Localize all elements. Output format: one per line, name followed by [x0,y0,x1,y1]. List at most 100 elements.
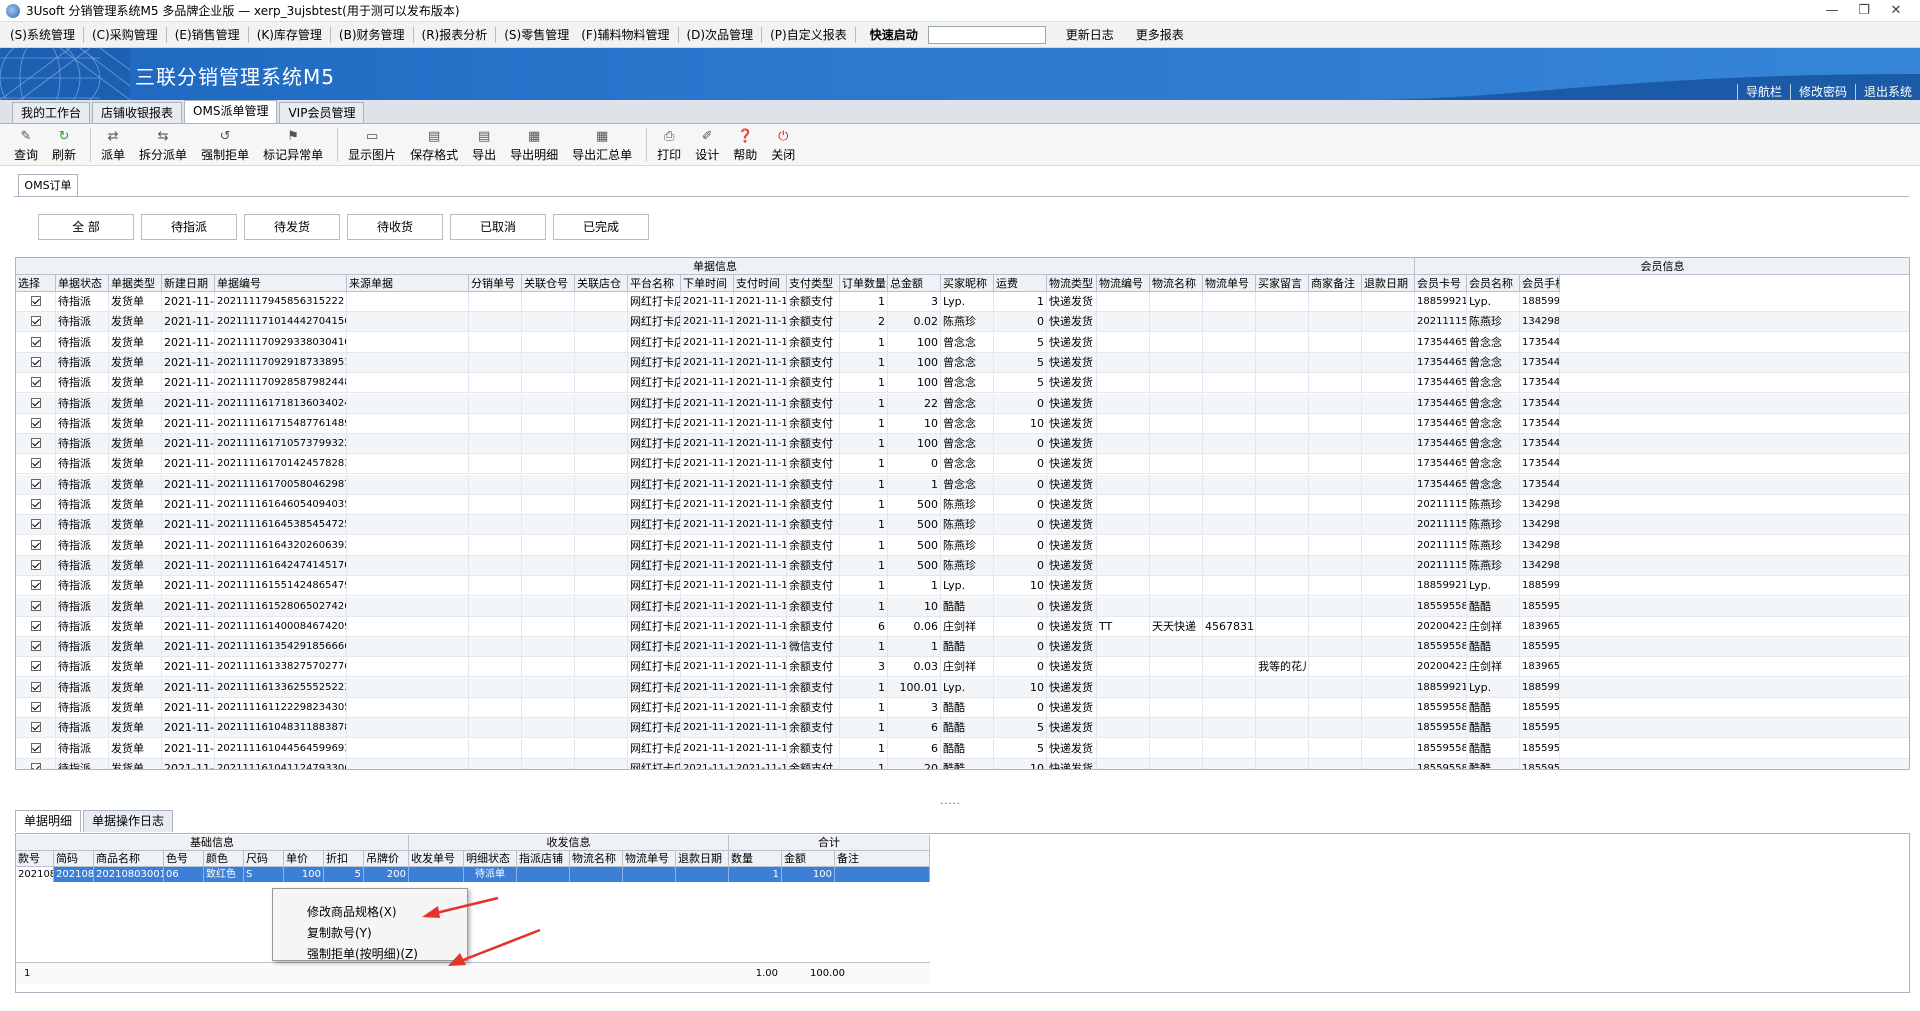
grid-column-header[interactable]: 买家留言 [1256,275,1309,292]
tab-oms-orders[interactable]: OMS订单 [18,174,78,196]
table-cell: 余额支付 [787,657,840,677]
menu-sales[interactable]: (E)销售管理 [169,26,246,43]
orders-grid[interactable]: 单据信息 会员信息 选择 单据状态 单据类型 新建日期 单据编号 来源单据 分销单号 关联仓号 关联… [15,257,1910,770]
grid-column-header[interactable]: 新建日期 [162,275,215,292]
tab-oms-dispatch[interactable]: OMS派单管理 [184,100,278,123]
detail-column-header[interactable]: 物流单号 [623,851,676,867]
toolbar-help-button[interactable]: ❓ 帮助 [733,124,757,163]
detail-column-header[interactable]: 金额 [782,851,835,867]
nav-bar-link[interactable]: 导航栏 [1736,84,1790,100]
toolbar-dispatch-button[interactable]: ⇄ 派单 [101,124,125,163]
detail-column-header[interactable]: 商品名称 [94,851,164,867]
tab-operation-log[interactable]: 单据操作日志 [83,810,174,832]
grid-column-header[interactable]: 买家昵称 [941,275,994,292]
toolbar-split-button[interactable]: ⇆ 拆分派单 [139,124,187,163]
context-item-force-reject[interactable]: 强制拒单(按明细)(Z) [307,945,418,962]
quick-start-input[interactable] [927,25,1046,44]
restore-button[interactable]: ❐ [1848,0,1880,22]
grid-column-header[interactable]: 来源单据 [347,275,469,292]
tab-document-detail[interactable]: 单据明细 [15,810,82,832]
menu-reports[interactable]: (R)报表分析 [416,26,494,43]
grid-column-header[interactable]: 物流编号 [1097,275,1150,292]
grid-column-header[interactable]: 总金额 [888,275,941,292]
menu-custom-reports[interactable]: (P)自定义报表 [764,26,853,43]
context-item-modify-spec[interactable]: 修改商品规格(X) [307,903,397,920]
detail-column-header[interactable]: 款号 [16,851,54,867]
toolbar-export-button[interactable]: ▤ 导出 [472,124,496,163]
detail-column-header[interactable]: 收发单号 [409,851,464,867]
update-log-link[interactable]: 更新日志 [1060,26,1120,43]
grid-column-header[interactable]: 订单数量 [840,275,888,292]
table-cell: 1 [840,536,888,556]
detail-column-header[interactable]: 明细状态 [464,851,517,867]
menu-system[interactable]: (S)系统管理 [4,26,81,43]
menu-defects[interactable]: (D)次品管理 [681,26,760,43]
grid-column-header[interactable]: 下单时间 [681,275,734,292]
detail-column-header[interactable]: 备注 [835,851,930,867]
detail-column-header[interactable]: 折扣 [324,851,364,867]
filter-all-button[interactable]: 全 部 [38,214,134,240]
menu-retail[interactable]: (S)零售管理 [498,26,575,43]
detail-column-header[interactable]: 尺码 [244,851,284,867]
detail-column-header[interactable]: 单价 [284,851,324,867]
context-item-copy-style-no[interactable]: 复制款号(Y) [307,924,372,941]
menu-purchase[interactable]: (C)采购管理 [86,26,164,43]
minimize-button[interactable]: — [1816,0,1848,22]
toolbar-reject-button[interactable]: ↺ 强制拒单 [201,124,249,163]
menu-inventory[interactable]: (K)库存管理 [251,26,328,43]
grid-column-header[interactable]: 物流名称 [1150,275,1203,292]
menu-materials[interactable]: (F)辅料物料管理 [575,26,675,43]
toolbar-export-detail-button[interactable]: ▦ 导出明细 [510,124,558,163]
toolbar-print-button[interactable]: ⎙ 打印 [657,124,681,163]
grid-column-header[interactable]: 单据类型 [109,275,162,292]
filter-cancelled-button[interactable]: 已取消 [450,214,546,240]
filter-pending-receive-button[interactable]: 待收货 [347,214,443,240]
grid-column-header[interactable]: 商家备注 [1309,275,1362,292]
toolbar-design-button[interactable]: ✐ 设计 [695,124,719,163]
toolbar-flag-button[interactable]: ⚑ 标记异常单 [263,124,323,163]
detail-column-header[interactable]: 色号 [164,851,204,867]
grid-column-header[interactable]: 会员手机号 [1520,275,1560,292]
menu-finance[interactable]: (B)财务管理 [333,26,411,43]
filter-pending-assign-button[interactable]: 待指派 [141,214,237,240]
grid-column-header[interactable]: 关联仓号 [522,275,575,292]
grid-column-header[interactable]: 关联店仓 [575,275,628,292]
grid-column-header[interactable]: 平台名称 [628,275,681,292]
grid-column-header[interactable]: 支付时间 [734,275,787,292]
close-window-button[interactable]: ✕ [1880,0,1912,22]
grid-column-header[interactable]: 选择 [16,275,56,292]
tab-workbench[interactable]: 我的工作台 [12,102,91,123]
detail-column-header[interactable]: 颜色 [204,851,244,867]
table-cell: 余额支付 [787,495,840,515]
detail-column-header[interactable]: 简码 [54,851,94,867]
exit-system-link[interactable]: 退出系统 [1854,84,1920,100]
grid-column-header[interactable]: 物流单号 [1203,275,1256,292]
toolbar-image-button[interactable]: ▭ 显示图片 [348,124,396,163]
grid-column-header[interactable]: 物流类型 [1047,275,1097,292]
grid-column-header[interactable]: 分销单号 [469,275,522,292]
grid-column-header[interactable]: 单据状态 [56,275,109,292]
change-password-link[interactable]: 修改密码 [1789,84,1855,100]
more-reports-link[interactable]: 更多报表 [1130,26,1190,43]
filter-completed-button[interactable]: 已完成 [553,214,649,240]
detail-column-header[interactable]: 吊牌价 [364,851,409,867]
toolbar-close-button[interactable]: ⏻ 关闭 [771,124,795,163]
toolbar-export-summary-button[interactable]: ▦ 导出汇总单 [572,124,632,163]
grid-column-header[interactable]: 会员卡号 [1415,275,1467,292]
detail-column-header[interactable]: 指派店铺 [517,851,570,867]
grid-column-header[interactable]: 运费 [994,275,1047,292]
toolbar-save-button[interactable]: ▤ 保存格式 [410,124,458,163]
splitter-handle[interactable]: ..... [940,796,961,807]
tab-store-cashier-report[interactable]: 店铺收银报表 [92,102,183,123]
grid-column-header[interactable]: 支付类型 [787,275,840,292]
toolbar-refresh-button[interactable]: ↻ 刷新 [52,124,76,163]
detail-column-header[interactable]: 数量 [729,851,782,867]
tab-vip-management[interactable]: VIP会员管理 [279,102,365,123]
detail-column-header[interactable]: 物流名称 [570,851,623,867]
toolbar-search-button[interactable]: ✎ 查询 [14,124,38,163]
grid-column-header[interactable]: 退款日期 [1362,275,1415,292]
grid-column-header[interactable]: 单据编号 [215,275,347,292]
detail-column-header[interactable]: 退款日期 [676,851,729,867]
grid-column-header[interactable]: 会员名称 [1467,275,1520,292]
filter-pending-ship-button[interactable]: 待发货 [244,214,340,240]
